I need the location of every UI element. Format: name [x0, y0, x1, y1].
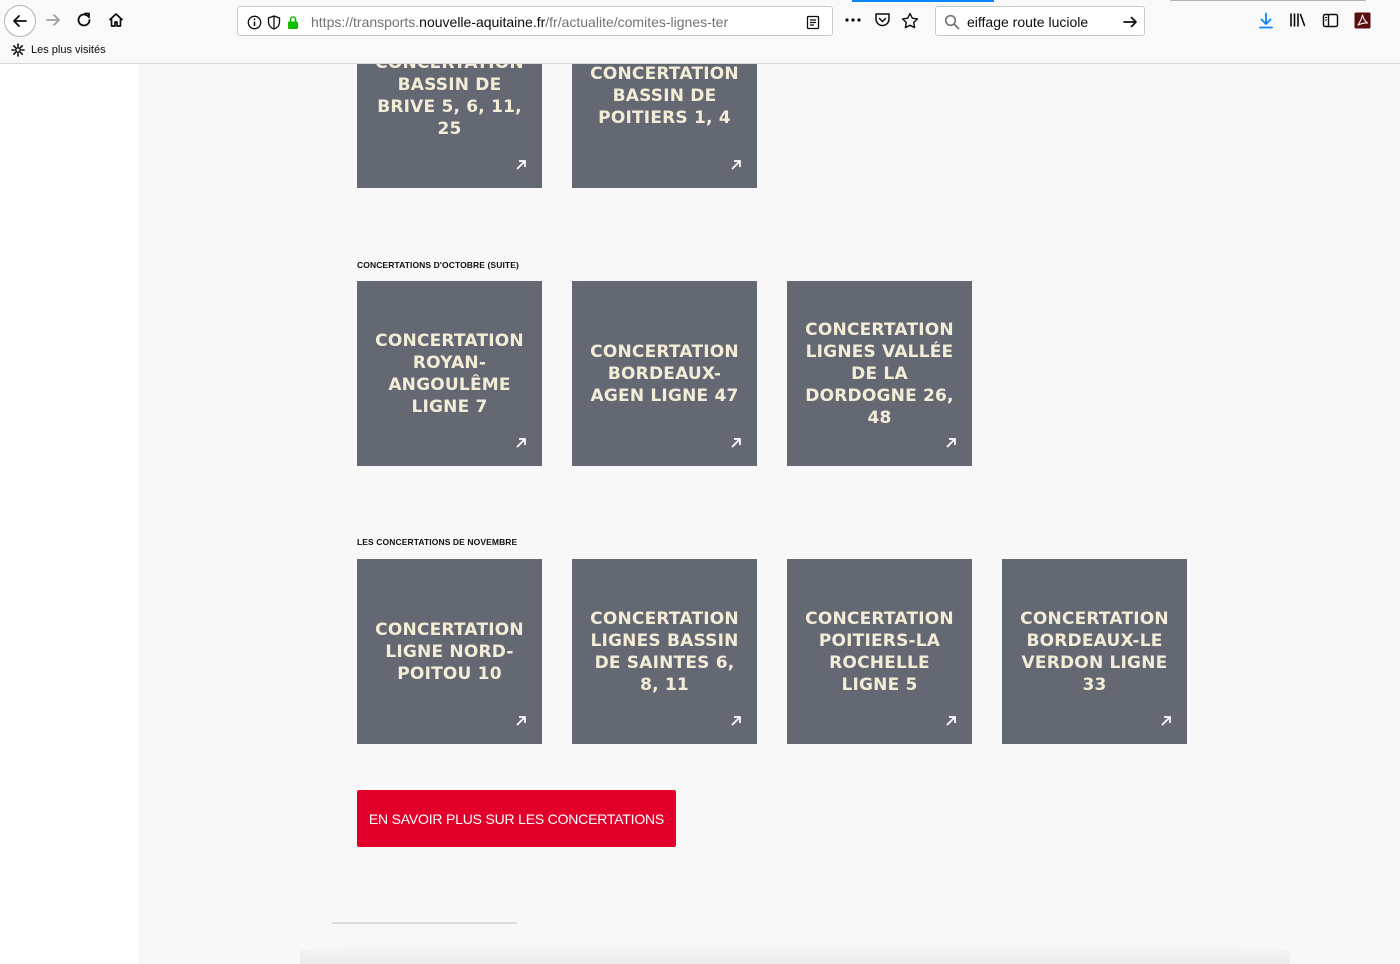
tile-label: Concertation Royan-Angoulême ligne 7: [375, 330, 524, 417]
shield-icon[interactable]: [265, 13, 283, 31]
search-bar[interactable]: eiffage route luciole: [935, 6, 1145, 36]
browser-toolbar: https://transports.nouvelle-aquitaine.fr…: [0, 0, 1400, 40]
lock-icon[interactable]: [284, 13, 302, 31]
search-go-icon[interactable]: [1121, 13, 1139, 31]
bookmark-star-icon[interactable]: [900, 10, 920, 30]
tile-concertation-nord-poitou[interactable]: Concertation ligne Nord-Poitou 10: [357, 559, 542, 744]
tile-label: Concertation lignes vallée de la Dordogn…: [805, 319, 954, 428]
tile-label: Concertation ligne Nord-Poitou 10: [375, 619, 524, 684]
tile-label: Concertation Bordeaux-Le Verdon ligne 33: [1020, 608, 1169, 695]
arrow-up-right-icon: [516, 438, 526, 448]
arrow-up-right-icon: [731, 716, 741, 726]
tile-concertation-brive[interactable]: Concertation bassin de Brive 5, 6, 11, 2…: [357, 64, 542, 188]
tile-concertation-vallee-dordogne[interactable]: Concertation lignes vallée de la Dordogn…: [787, 281, 972, 466]
arrow-up-right-icon: [731, 438, 741, 448]
page-actions-icon[interactable]: [843, 10, 863, 30]
arrow-up-right-icon: [516, 716, 526, 726]
tile-label: Concertation Bordeaux-Agen ligne 47: [590, 341, 739, 406]
footer-divider: [332, 922, 517, 924]
tile-concertation-royan-angouleme[interactable]: Concertation Royan-Angoulême ligne 7: [357, 281, 542, 466]
tile-label: Concertation Poitiers-La Rochelle ligne …: [805, 608, 954, 695]
search-input[interactable]: eiffage route luciole: [967, 14, 1088, 30]
learn-more-button[interactable]: En savoir plus sur les concertations: [357, 790, 676, 847]
arrow-left-icon: [13, 15, 27, 27]
forward-button[interactable]: [38, 5, 68, 35]
tile-concertation-bordeaux-le-verdon[interactable]: Concertation Bordeaux-Le Verdon ligne 33: [1002, 559, 1187, 744]
section-title-october: Concertations d'octobre (suite): [357, 260, 519, 270]
url-text[interactable]: https://transports.nouvelle-aquitaine.fr…: [311, 14, 728, 30]
bookmark-label: Les plus visités: [31, 44, 106, 56]
tab-indicator: [1170, 0, 1366, 1]
bookmarks-toolbar: Les plus visités: [0, 40, 1400, 64]
arrow-up-right-icon: [946, 438, 956, 448]
arrow-right-icon: [46, 14, 60, 26]
bookmark-most-visited[interactable]: Les plus visités: [11, 43, 106, 57]
arrow-up-right-icon: [731, 160, 741, 170]
tile-label: Concertation bassin de Brive 5, 6, 11, 2…: [375, 64, 523, 139]
pdf-extension-icon[interactable]: [1352, 10, 1372, 30]
home-icon: [108, 13, 124, 27]
reload-button[interactable]: [69, 5, 99, 35]
page-background: [139, 64, 1400, 964]
tile-label: Concertation lignes bassin de Saintes 6,…: [590, 608, 739, 695]
reload-icon: [77, 12, 91, 27]
search-icon: [943, 13, 961, 31]
pocket-icon[interactable]: [872, 10, 892, 30]
arrow-up-right-icon: [1161, 716, 1171, 726]
tile-label: Concertation bassin de Poitiers 1, 4: [590, 64, 739, 128]
library-icon[interactable]: [1288, 10, 1308, 30]
info-icon[interactable]: [245, 13, 263, 31]
url-bar[interactable]: https://transports.nouvelle-aquitaine.fr…: [237, 6, 833, 36]
arrow-up-right-icon: [516, 160, 526, 170]
arrow-up-right-icon: [946, 716, 956, 726]
tile-concertation-poitiers[interactable]: Concertation bassin de Poitiers 1, 4: [572, 64, 757, 188]
download-icon[interactable]: [1256, 10, 1276, 30]
page-viewport: Concertation bassin de Brive 5, 6, 11, 2…: [0, 64, 1400, 964]
tile-concertation-bassin-saintes[interactable]: Concertation lignes bassin de Saintes 6,…: [572, 559, 757, 744]
footer-shadow: [300, 942, 1290, 964]
reader-view-icon[interactable]: [804, 13, 822, 31]
tile-concertation-bordeaux-agen[interactable]: Concertation Bordeaux-Agen ligne 47: [572, 281, 757, 466]
tile-concertation-poitiers-la-rochelle[interactable]: Concertation Poitiers-La Rochelle ligne …: [787, 559, 972, 744]
section-title-november: Les concertations de novembre: [357, 537, 518, 547]
active-tab-indicator: [852, 0, 994, 2]
back-button[interactable]: [4, 5, 36, 37]
sidebar-icon[interactable]: [1320, 10, 1340, 30]
home-button[interactable]: [101, 5, 131, 35]
gear-icon: [11, 43, 25, 57]
